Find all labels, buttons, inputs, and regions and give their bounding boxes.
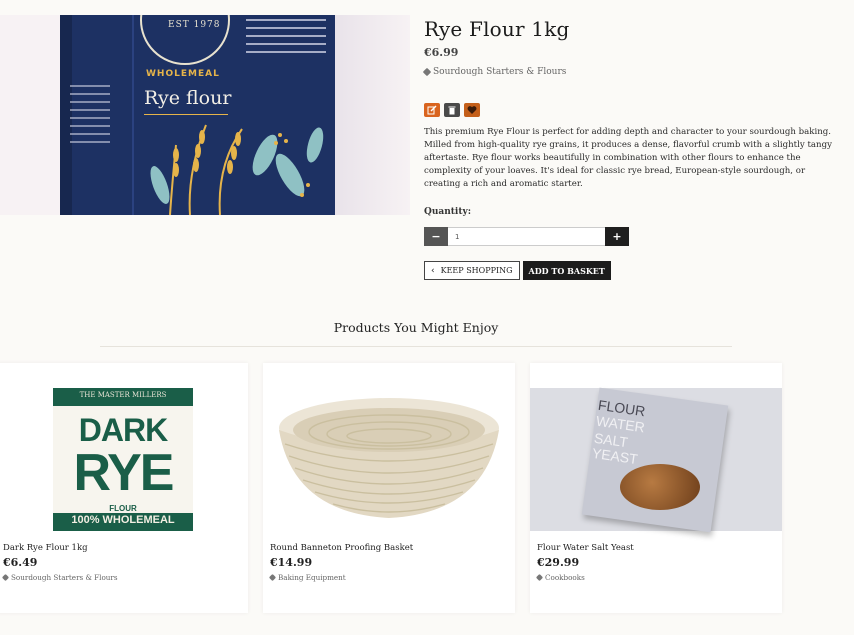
bread-loaf-image	[620, 464, 700, 510]
bag-product-name: Rye flour	[144, 87, 232, 109]
product-card-name[interactable]: Dark Rye Flour 1kg	[3, 543, 88, 553]
chevron-left-icon: ‹	[431, 265, 435, 276]
admin-actions	[424, 103, 480, 117]
quantity-input[interactable]	[448, 227, 605, 246]
quantity-stepper: − +	[424, 227, 629, 246]
edit-icon[interactable]	[424, 103, 440, 117]
product-price: €6.99	[424, 46, 459, 59]
product-category-link[interactable]: Sourdough Starters & Flours	[422, 67, 567, 77]
keep-shopping-label: KEEP SHOPPING	[440, 266, 513, 275]
product-description: This premium Rye Flour is perfect for ad…	[424, 127, 832, 189]
decrement-button[interactable]: −	[424, 227, 448, 246]
product-card[interactable]: THE MASTER MILLERS DARK RYE FLOUR 100% W…	[0, 363, 248, 613]
product-category-label: Sourdough Starters & Flours	[433, 67, 567, 77]
keep-shopping-button[interactable]: ‹ KEEP SHOPPING	[424, 261, 520, 280]
image-background	[335, 15, 410, 215]
heart-icon[interactable]	[464, 103, 480, 117]
product-card-price: €14.99	[270, 556, 313, 569]
product-card-category[interactable]: Sourdough Starters & Flours	[1, 573, 118, 582]
product-card-category[interactable]: Baking Equipment	[268, 573, 346, 582]
bag-small-print	[246, 19, 326, 59]
product-card-category-label: Baking Equipment	[278, 573, 346, 582]
tag-icon	[422, 67, 432, 77]
recommendations-heading: Products You Might Enjoy	[333, 320, 499, 335]
add-to-basket-label: ADD TO BASKET	[528, 265, 605, 276]
banneton-basket-illustration	[279, 398, 499, 518]
product-card-image	[263, 388, 515, 531]
product-card-category-label: Cookbooks	[545, 573, 585, 582]
product-card-category-label: Sourdough Starters & Flours	[11, 573, 118, 582]
dark-rye-word-flour: FLOUR	[109, 504, 137, 513]
quantity-label: Quantity:	[424, 207, 472, 217]
bag-wholemeal-label: WHOLEMEAL	[146, 69, 220, 79]
tag-icon	[1, 573, 10, 582]
product-card-name[interactable]: Flour Water Salt Yeast	[537, 543, 634, 553]
dark-rye-brand: THE MASTER MILLERS	[79, 391, 167, 399]
increment-button[interactable]: +	[605, 227, 629, 246]
tag-icon	[535, 573, 544, 582]
dark-rye-word-rye: RYE	[73, 444, 175, 502]
heading-divider	[100, 346, 732, 347]
product-title: Rye Flour 1kg	[424, 17, 570, 41]
product-card[interactable]: FLOUR WATER SALT YEAST Flour Water Salt …	[530, 363, 782, 613]
add-to-basket-button[interactable]: ADD TO BASKET	[522, 261, 611, 280]
rye-wheat-illustration	[150, 124, 324, 215]
product-card-price: €6.49	[3, 556, 38, 569]
product-card[interactable]: Round Banneton Proofing Basket €14.99 Ba…	[263, 363, 515, 613]
bag-fold	[132, 15, 134, 215]
bag-side-text	[70, 85, 110, 149]
product-card-image: FLOUR WATER SALT YEAST	[530, 387, 782, 533]
product-image: EST 1978 WHOLEMEAL Rye flour	[0, 15, 410, 215]
dark-rye-wholemeal: 100% WHOLEMEAL	[71, 514, 175, 526]
product-card-image: THE MASTER MILLERS DARK RYE FLOUR 100% W…	[0, 388, 248, 531]
product-card-price: €29.99	[537, 556, 580, 569]
product-actions: ‹ KEEP SHOPPING ADD TO BASKET	[424, 261, 611, 280]
product-card-category[interactable]: Cookbooks	[535, 573, 585, 582]
product-card-name[interactable]: Round Banneton Proofing Basket	[270, 543, 413, 553]
bag-seal-text: EST 1978	[168, 20, 221, 30]
tag-icon	[268, 573, 277, 582]
trash-icon[interactable]	[444, 103, 460, 117]
